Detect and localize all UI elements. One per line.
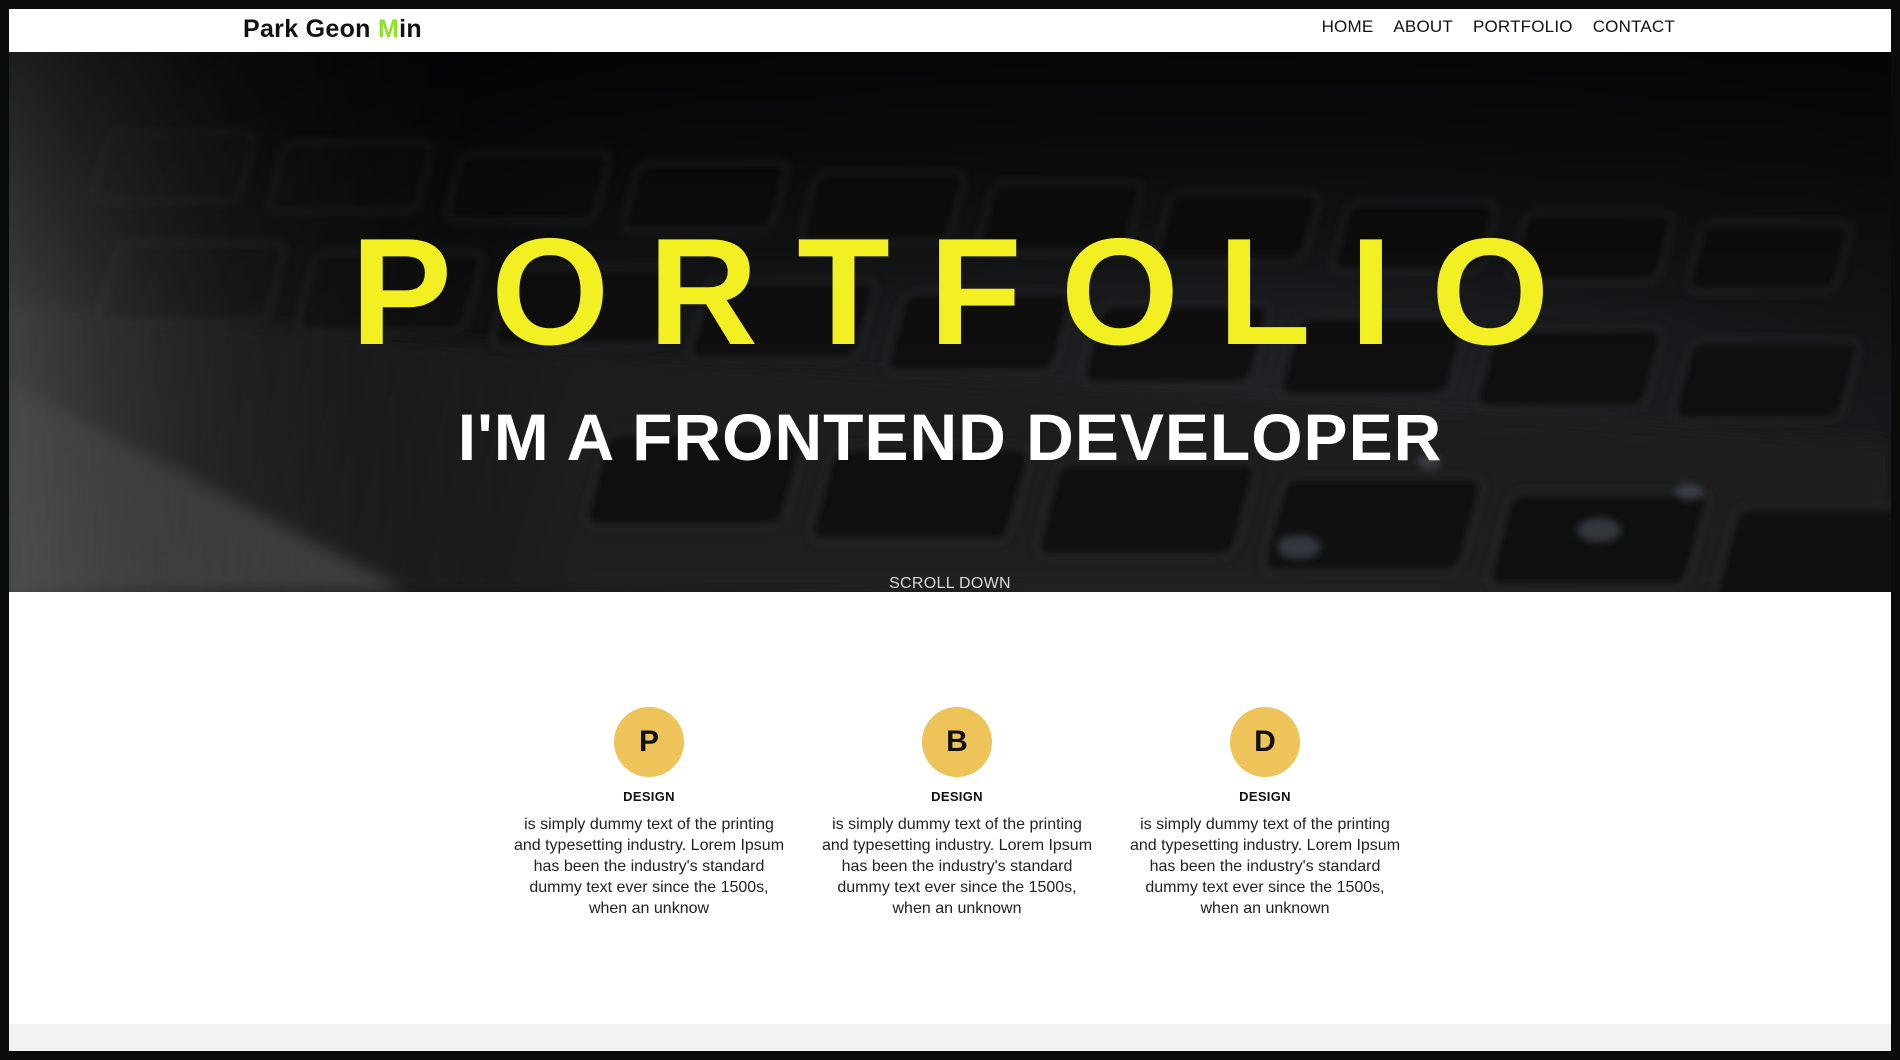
- footer-strip: [9, 1024, 1891, 1051]
- feature-title: DESIGN: [623, 789, 675, 804]
- features-section: P DESIGN is simply dummy text of the pri…: [506, 707, 1408, 919]
- site-logo[interactable]: Park Geon Min: [243, 15, 422, 44]
- nav-item-contact[interactable]: CONTACT: [1593, 17, 1675, 37]
- nav-item-about[interactable]: ABOUT: [1393, 17, 1453, 37]
- feature-title: DESIGN: [931, 789, 983, 804]
- logo-text-accent: M: [378, 15, 400, 43]
- main-menu: HOME ABOUT PORTFOLIO CONTACT: [1322, 17, 1675, 37]
- nav-item-home[interactable]: HOME: [1322, 17, 1374, 37]
- feature-description: is simply dummy text of the printing and…: [821, 816, 1093, 917]
- hero-section: PORTFOLIO I'M A FRONTEND DEVELOPER SCROL…: [9, 52, 1891, 592]
- feature-letter-badge: B: [922, 707, 992, 777]
- page-frame: Park Geon Min HOME ABOUT PORTFOLIO CONTA…: [9, 9, 1891, 1051]
- logo-text-main: Park Geon: [243, 15, 378, 43]
- hero-subtitle: I'M A FRONTEND DEVELOPER: [457, 400, 1443, 474]
- feature-title: DESIGN: [1239, 789, 1291, 804]
- top-navbar: Park Geon Min HOME ABOUT PORTFOLIO CONTA…: [9, 9, 1891, 52]
- feature-card: P DESIGN is simply dummy text of the pri…: [506, 707, 792, 919]
- feature-description: is simply dummy text of the printing and…: [1129, 816, 1401, 917]
- feature-description: is simply dummy text of the printing and…: [513, 816, 785, 917]
- scroll-down-link[interactable]: SCROLL DOWN: [9, 575, 1891, 592]
- feature-card: B DESIGN is simply dummy text of the pri…: [814, 707, 1100, 919]
- nav-item-portfolio[interactable]: PORTFOLIO: [1473, 17, 1573, 37]
- feature-card: D DESIGN is simply dummy text of the pri…: [1122, 707, 1408, 919]
- feature-letter-badge: P: [614, 707, 684, 777]
- logo-text-tail: in: [399, 15, 422, 43]
- hero-title: PORTFOLIO: [350, 207, 1589, 377]
- feature-letter-badge: D: [1230, 707, 1300, 777]
